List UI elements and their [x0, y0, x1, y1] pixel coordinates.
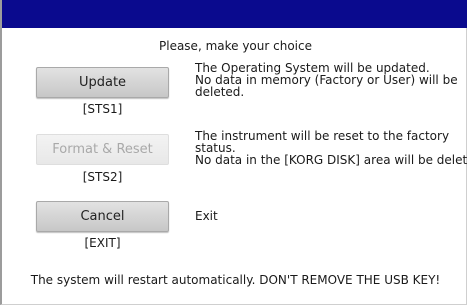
update-code: [STS1] [82, 102, 123, 116]
cancel-button[interactable]: Cancel [36, 201, 169, 232]
prompt-text: Please, make your choice [159, 39, 312, 53]
cancel-code: [EXIT] [84, 236, 121, 250]
footer-warning: The system will restart automatically. D… [30, 273, 441, 287]
format-reset-code: [STS2] [82, 170, 123, 184]
title-bar [2, 0, 467, 28]
os-update-dialog: Please, make your choice Update [STS1] T… [0, 0, 467, 305]
description-line: Exit [195, 209, 218, 223]
update-button[interactable]: Update [36, 67, 169, 98]
cancel-description: Exit [195, 210, 218, 222]
format-reset-description: The instrument will be reset to the fact… [195, 130, 467, 166]
description-line: The instrument will be reset to the fact… [195, 129, 450, 143]
description-line: deleted. [195, 85, 245, 99]
description-line: No data in the [KORG DISK] area will be … [195, 153, 467, 167]
format-reset-button[interactable]: Format & Reset [36, 134, 169, 165]
update-description: The Operating System will be updated. No… [195, 62, 458, 98]
